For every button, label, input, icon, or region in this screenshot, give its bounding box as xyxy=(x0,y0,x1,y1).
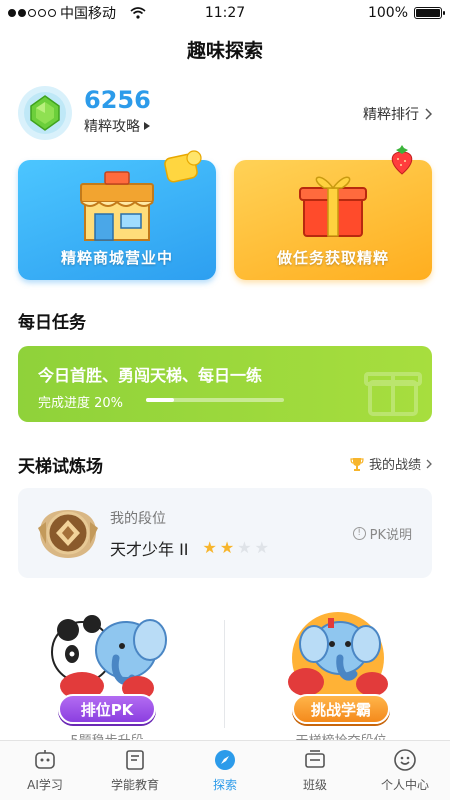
pk-info-link[interactable]: ! PK说明 xyxy=(352,524,412,543)
battery-status: 100% xyxy=(367,5,445,21)
ranked-pk-mode[interactable]: 排位PK xyxy=(42,608,172,728)
tab-label: AI学习 xyxy=(27,778,63,792)
tab-label: 探索 xyxy=(212,778,237,792)
mall-card[interactable]: 精粹商城营业中 xyxy=(18,150,216,280)
star-icon: ★ xyxy=(219,538,235,557)
rank-name: 天才少年 II xyxy=(110,540,189,559)
challenge-button[interactable]: 挑战学霸 xyxy=(292,694,390,724)
rank-badge-icon xyxy=(38,510,98,558)
compass-icon xyxy=(215,750,235,770)
daily-task-text: 今日首胜、勇闯天梯、每日一练 xyxy=(38,366,263,385)
rank-name-row: 天才少年 II ★ ★ ★ ★ xyxy=(110,536,269,560)
star-icon: ★ xyxy=(254,538,269,557)
elephant-boxer-icon xyxy=(288,612,388,704)
pk-info-label: PK说明 xyxy=(369,528,412,543)
book-icon xyxy=(126,750,144,770)
robot-icon xyxy=(35,750,55,769)
my-record-label: 我的战绩 xyxy=(368,458,421,473)
battery-percent: 100% xyxy=(367,5,408,21)
mall-card-label: 精粹商城营业中 xyxy=(60,249,173,267)
gift-box-icon xyxy=(299,176,367,237)
mode-divider xyxy=(224,620,225,728)
ladder-title: 天梯试炼场 xyxy=(18,457,103,477)
tab-label: 班级 xyxy=(302,778,327,792)
battery-icon xyxy=(414,7,445,19)
score-guide-link[interactable]: 精粹攻略 xyxy=(84,116,150,136)
ranked-pk-subtitle: 5题稳步升段 xyxy=(32,730,182,740)
face-icon xyxy=(394,749,416,771)
tab-explore[interactable]: 探索 xyxy=(180,741,270,800)
ranking-label: 精粹排行 xyxy=(363,107,419,123)
page-title: 趣味探索 xyxy=(186,40,263,62)
score-guide-label: 精粹攻略 xyxy=(84,119,140,135)
gift-watermark-icon xyxy=(364,372,422,416)
star-icon: ★ xyxy=(237,538,252,557)
score-value: 6256 xyxy=(84,86,151,114)
gem-icon xyxy=(18,86,72,140)
rank-card: 我的段位 天才少年 II ★ ★ ★ ★ ! PK说明 xyxy=(18,488,432,578)
panda-elephant-icon xyxy=(51,615,167,700)
shop-icon xyxy=(80,171,154,241)
task-reward-card-label: 做任务获取精粹 xyxy=(276,249,389,267)
tab-profile[interactable]: 个人中心 xyxy=(360,741,450,800)
task-reward-card[interactable]: 做任务获取精粹 xyxy=(234,145,432,280)
coin-bag-icon xyxy=(164,150,202,183)
rank-stars: ★ ★ ★ ★ xyxy=(203,540,269,556)
caret-right-icon xyxy=(144,122,150,130)
ranked-pk-button[interactable]: 排位PK xyxy=(58,694,156,724)
status-bar: 中国移动 11:27 100% xyxy=(0,0,450,26)
trophy-icon xyxy=(350,457,364,471)
ranking-link[interactable]: 精粹排行 xyxy=(363,104,432,124)
progress-bar-fill xyxy=(146,398,174,402)
rank-caption: 我的段位 xyxy=(110,511,166,527)
chevron-right-icon xyxy=(425,108,432,120)
progress-label: 完成进度 20% xyxy=(38,396,124,411)
daily-task-title: 每日任务 xyxy=(18,313,86,333)
tab-education[interactable]: 学能教育 xyxy=(90,741,180,800)
daily-task-card[interactable]: 今日首胜、勇闯天梯、每日一练 完成进度 20% xyxy=(18,346,432,422)
tab-class[interactable]: 班级 xyxy=(270,741,360,800)
classroom-icon xyxy=(305,750,325,768)
star-icon: ★ xyxy=(202,538,217,557)
progress-bar xyxy=(146,398,284,402)
challenge-subtitle: 天梯榜抢夺段位 xyxy=(266,730,416,740)
tab-ai-learning[interactable]: AI学习 xyxy=(0,741,90,800)
chevron-right-icon xyxy=(426,459,432,468)
info-icon: ! xyxy=(352,527,366,540)
strawberry-icon xyxy=(391,145,413,175)
tab-label: 个人中心 xyxy=(380,778,429,792)
challenge-mode[interactable]: 挑战学霸 xyxy=(276,608,406,728)
my-record-link[interactable]: 我的战绩 xyxy=(350,454,432,473)
tab-label: 学能教育 xyxy=(110,778,159,792)
tab-bar: AI学习 学能教育 探索 班级 个人中心 xyxy=(0,740,450,800)
